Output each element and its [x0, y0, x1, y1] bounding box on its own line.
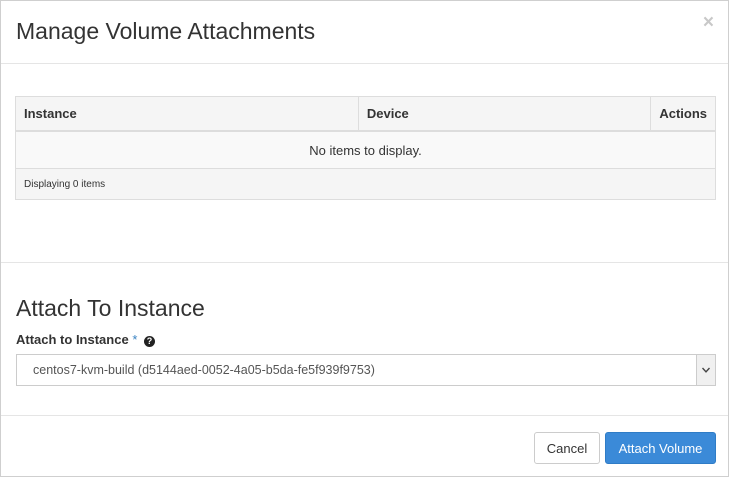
- column-header-actions: Actions: [650, 97, 715, 132]
- attach-volume-button[interactable]: Attach Volume: [605, 432, 716, 464]
- selected-instance-value: centos7-kvm-build (d5144aed-0052-4a05-b5…: [33, 363, 375, 377]
- dialog-header: Manage Volume Attachments ×: [1, 1, 728, 64]
- attachments-table: Instance Device Actions No items to disp…: [15, 96, 716, 200]
- dialog-title: Manage Volume Attachments: [16, 18, 316, 44]
- close-icon[interactable]: ×: [703, 13, 714, 32]
- attach-field-label-text: Attach to Instance: [16, 332, 129, 347]
- column-header-instance[interactable]: Instance: [16, 97, 359, 132]
- required-marker: *: [132, 332, 138, 347]
- chevron-down-icon[interactable]: [696, 355, 715, 385]
- cancel-button[interactable]: Cancel: [534, 432, 600, 464]
- table-empty-row: No items to display.: [16, 131, 715, 169]
- manage-volume-attachments-dialog: Manage Volume Attachments × Instance Dev…: [0, 0, 729, 477]
- table-footer-row: Displaying 0 items: [16, 168, 715, 199]
- column-header-device[interactable]: Device: [358, 97, 652, 132]
- attach-to-instance-select[interactable]: centos7-kvm-build (d5144aed-0052-4a05-b5…: [16, 354, 716, 386]
- item-count: Displaying 0 items: [16, 168, 715, 199]
- attach-section-title: Attach To Instance: [16, 295, 205, 321]
- table-header-row: Instance Device Actions: [16, 97, 715, 132]
- question-circle-icon[interactable]: ?: [144, 336, 155, 347]
- footer-divider: [1, 415, 728, 416]
- empty-message: No items to display.: [16, 131, 715, 169]
- section-divider: [1, 262, 728, 263]
- attach-field-label: Attach to Instance * ?: [16, 332, 155, 347]
